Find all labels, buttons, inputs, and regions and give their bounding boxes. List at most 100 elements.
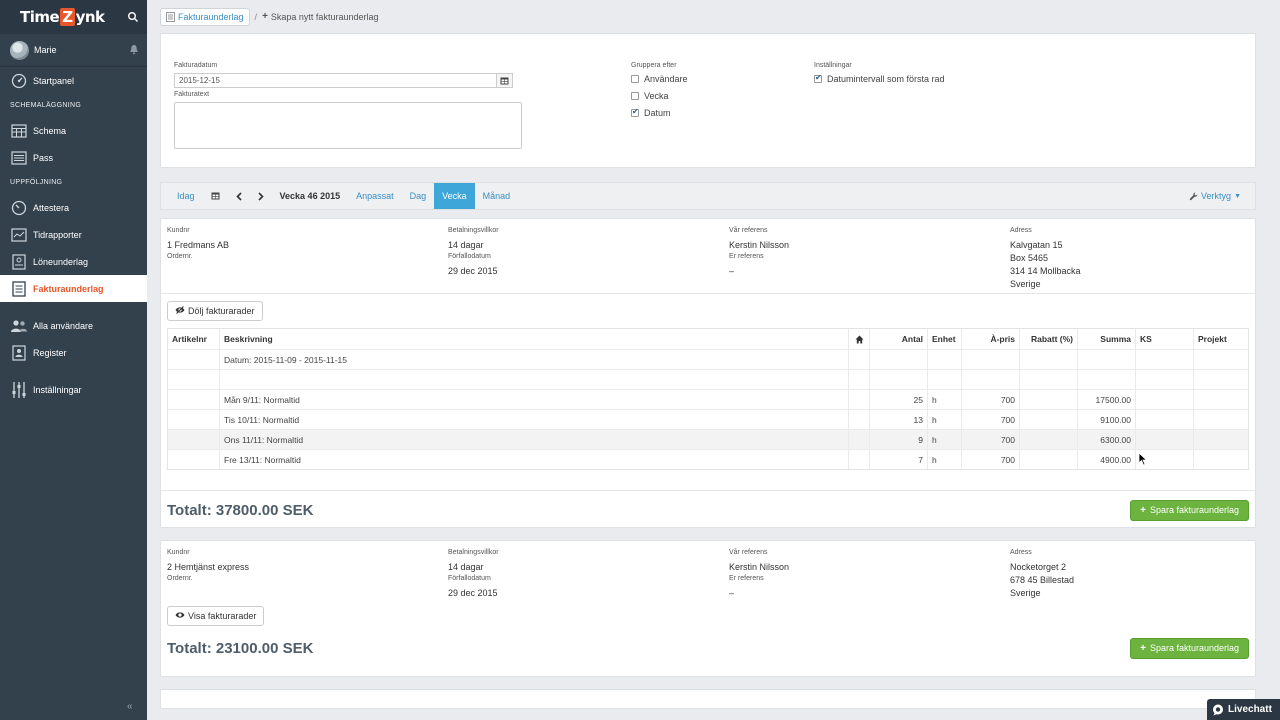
checkbox-week[interactable] — [631, 92, 639, 100]
cell-projekt[interactable] — [1193, 370, 1251, 389]
chevron-right-icon[interactable] — [250, 183, 272, 209]
group-by-date-checkbox[interactable]: Datum — [631, 107, 671, 118]
cell-antal[interactable]: 7 — [869, 450, 927, 469]
cell-apris[interactable]: 700 — [961, 450, 1019, 469]
tab-week[interactable]: Vecka — [434, 183, 475, 209]
cell-beskrivning[interactable]: Datum: 2015-11-09 - 2015-11-15 — [219, 350, 848, 369]
cell-rabatt[interactable] — [1019, 390, 1077, 409]
cell-enhet[interactable]: h — [927, 410, 961, 429]
cell-antal[interactable] — [869, 370, 927, 389]
sidebar-item-schema[interactable]: Schema — [0, 117, 147, 144]
save-invoice-button[interactable]: + Spara fakturaunderlag — [1130, 499, 1249, 521]
sidebar-item-loneunderlag[interactable]: Löneunderlag — [0, 248, 147, 275]
cell-enhet[interactable]: h — [927, 390, 961, 409]
sidebar-item-installningar[interactable]: Inställningar — [0, 376, 147, 403]
logo-text-ynk: ynk — [75, 8, 105, 26]
cell-enhet[interactable] — [927, 370, 961, 389]
cell-ks[interactable] — [1135, 350, 1193, 369]
bell-icon[interactable] — [129, 44, 139, 55]
chevron-left-icon[interactable] — [228, 183, 250, 209]
cell-projekt[interactable] — [1193, 390, 1251, 409]
cell-artikelnr[interactable] — [168, 410, 219, 429]
breadcrumb-current-label: Skapa nytt fakturaunderlag — [270, 11, 379, 22]
cell-antal[interactable] — [869, 350, 927, 369]
tab-custom[interactable]: Anpassat — [348, 183, 402, 209]
tools-dropdown[interactable]: Verktyg ▼ — [1189, 191, 1241, 201]
sidebar-item-alla-anvandare[interactable]: Alla användare — [0, 312, 147, 339]
cell-projekt[interactable] — [1193, 410, 1251, 429]
sliders-icon — [10, 381, 28, 399]
cell-apris[interactable]: 700 — [961, 410, 1019, 429]
cell-projekt[interactable] — [1193, 350, 1251, 369]
cell-rabatt[interactable] — [1019, 450, 1077, 469]
cell-beskrivning[interactable]: Ons 11/11: Normaltid — [219, 430, 848, 449]
cell-artikelnr[interactable] — [168, 370, 219, 389]
customer-value: 2 Hemtjänst express — [167, 562, 250, 572]
save-invoice-button[interactable]: + Spara fakturaunderlag — [1130, 637, 1249, 659]
cell-apris[interactable]: 700 — [961, 390, 1019, 409]
cell-artikelnr[interactable] — [168, 430, 219, 449]
group-by-week-checkbox[interactable]: Vecka — [631, 91, 669, 101]
cell-antal[interactable]: 13 — [869, 410, 927, 429]
cell-beskrivning[interactable]: Mån 9/11: Normaltid — [219, 390, 848, 409]
cell-artikelnr[interactable] — [168, 450, 219, 469]
user-profile[interactable]: Marie — [0, 34, 147, 66]
group-by-user-checkbox[interactable]: Användare — [631, 74, 688, 84]
sidebar-item-register[interactable]: Register — [0, 339, 147, 366]
cell-antal[interactable]: 9 — [869, 430, 927, 449]
cell-rabatt[interactable] — [1019, 350, 1077, 369]
cell-antal[interactable]: 25 — [869, 390, 927, 409]
sidebar-item-startpanel[interactable]: Startpanel — [0, 67, 147, 94]
col-antal: Antal — [869, 329, 927, 349]
timezynk-logo[interactable]: Time Zynk — [20, 8, 105, 26]
cell-artikelnr[interactable] — [168, 390, 219, 409]
search-icon[interactable] — [127, 11, 139, 23]
cell-artikelnr[interactable] — [168, 350, 219, 369]
sidebar-item-fakturaunderlag[interactable]: Fakturaunderlag — [0, 275, 147, 302]
cell-rabatt[interactable] — [1019, 370, 1077, 389]
checkbox-date[interactable] — [631, 107, 639, 117]
sidebar-item-tidrapporter[interactable]: Tidrapporter — [0, 221, 147, 248]
breadcrumb-parent[interactable]: Fakturaunderlag — [160, 7, 250, 26]
collapse-sidebar-icon[interactable]: « — [127, 701, 133, 712]
hide-invoice-rows-button[interactable]: Dölj fakturarader — [167, 301, 263, 321]
cell-summa: 9100.00 — [1077, 410, 1135, 429]
cell-enhet[interactable]: h — [927, 450, 961, 469]
cell-rabatt[interactable] — [1019, 430, 1077, 449]
sidebar-item-label: Alla användare — [33, 320, 94, 331]
show-invoice-rows-button[interactable]: Visa fakturarader — [167, 606, 265, 626]
sidebar-item-pass[interactable]: Pass — [0, 144, 147, 171]
cell-apris[interactable] — [961, 350, 1019, 369]
cell-beskrivning[interactable]: Tis 10/11: Normaltid — [219, 410, 848, 429]
col-apris: À-pris — [961, 329, 1019, 349]
invoice-total: Totalt: 37800.00 SEK — [167, 501, 314, 519]
cell-ks[interactable] — [1135, 410, 1193, 429]
calendar-picker-icon[interactable] — [203, 183, 228, 209]
cell-beskrivning[interactable] — [219, 370, 848, 389]
calendar-icon[interactable] — [496, 74, 512, 87]
cell-enhet[interactable]: h — [927, 430, 961, 449]
cell-rabatt[interactable] — [1019, 410, 1077, 429]
cell-beskrivning[interactable]: Fre 13/11: Normaltid — [219, 450, 848, 469]
cell-ks[interactable] — [1135, 430, 1193, 449]
sidebar-item-attestera[interactable]: Attestera — [0, 194, 147, 221]
cell-ks[interactable] — [1135, 370, 1193, 389]
cell-enhet[interactable] — [927, 350, 961, 369]
cell-projekt[interactable] — [1193, 430, 1251, 449]
invoice-date-input[interactable]: 2015-12-15 — [174, 73, 513, 88]
checkbox-date-interval[interactable] — [814, 73, 822, 83]
tab-month[interactable]: Månad — [475, 183, 519, 209]
cell-apris[interactable] — [961, 370, 1019, 389]
today-button[interactable]: Idag — [169, 183, 203, 209]
cell-ks[interactable] — [1135, 390, 1193, 409]
cell-projekt[interactable] — [1193, 450, 1251, 469]
tab-day[interactable]: Dag — [402, 183, 435, 209]
invoice-text-field[interactable] — [174, 102, 522, 149]
cell-summa — [1077, 370, 1135, 389]
checkbox-user[interactable] — [631, 75, 639, 83]
payment-terms-value: 14 dagar — [448, 562, 484, 572]
date-interval-first-row-checkbox[interactable]: Datumintervall som första rad — [814, 73, 945, 84]
cell-apris[interactable]: 700 — [961, 430, 1019, 449]
invoice-rows-table: Artikelnr Beskrivning Antal Enhet À-pris… — [167, 328, 1249, 470]
livechat-button[interactable]: Livechatt — [1207, 699, 1280, 720]
